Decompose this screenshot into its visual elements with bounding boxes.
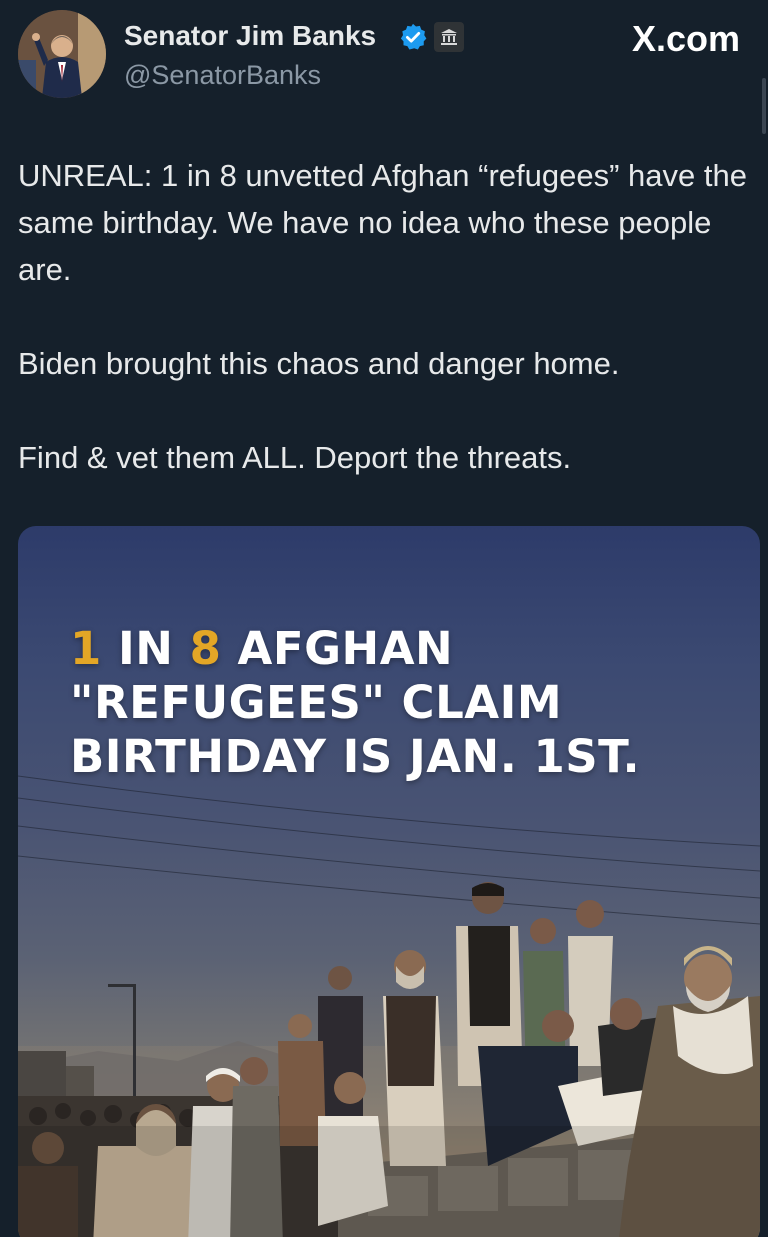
x-brand-logo: X.com (631, 18, 740, 59)
post-header: Senator Jim Banks @SenatorBanks X.com (0, 0, 768, 134)
avatar-photo (18, 10, 106, 98)
post-page: Senator Jim Banks @SenatorBanks X.com UN… (0, 0, 768, 1237)
scrollbar[interactable] (762, 78, 766, 134)
author-handle[interactable]: @SenatorBanks (124, 60, 321, 91)
headline-number-1: 1 (70, 622, 102, 675)
post-text: UNREAL: 1 in 8 unvetted Afghan “refugees… (18, 152, 748, 481)
headline-number-8: 8 (189, 622, 222, 675)
government-building-icon (434, 22, 464, 52)
media-headline: 1 IN 8 AFGHAN "REFUGEES" CLAIM BIRTHDAY … (70, 622, 710, 784)
author-name[interactable]: Senator Jim Banks (124, 20, 376, 52)
headline-text: IN (101, 622, 190, 675)
verified-badge-icon (398, 22, 428, 52)
post-media-image[interactable]: 1 IN 8 AFGHAN "REFUGEES" CLAIM BIRTHDAY … (18, 526, 760, 1237)
post-text-paragraph: Find & vet them ALL. Deport the threats. (18, 440, 572, 475)
post-text-paragraph: Biden brought this chaos and danger home… (18, 346, 620, 381)
post-text-paragraph: UNREAL: 1 in 8 unvetted Afghan “refugees… (18, 158, 747, 287)
avatar[interactable] (18, 10, 106, 98)
